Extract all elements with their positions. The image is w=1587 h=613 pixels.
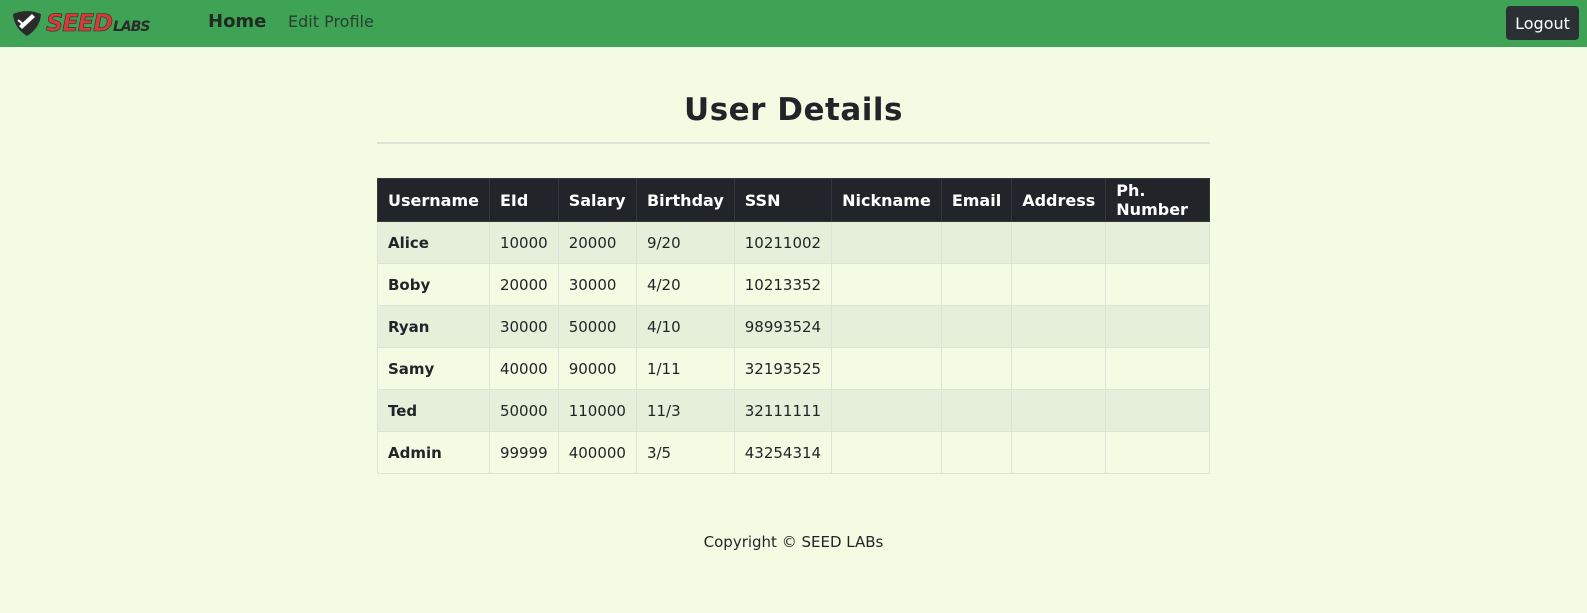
cell-ssn: 43254314 <box>733 431 833 474</box>
column-header-address: Address <box>1011 178 1107 222</box>
cell-birthday: 11/3 <box>635 389 735 432</box>
table-header-row: Username EId Salary Birthday SSN Nicknam… <box>377 178 1210 222</box>
nav-home-link[interactable]: Home <box>208 11 266 33</box>
cell-username: Boby <box>377 263 490 306</box>
cell-birthday: 1/11 <box>635 347 735 390</box>
cell-birthday: 4/20 <box>635 263 735 306</box>
cell-nickname <box>831 263 942 306</box>
table-row: Ryan 30000 50000 4/10 98993524 <box>377 305 1210 348</box>
seed-shield-icon <box>10 8 44 38</box>
column-header-nickname: Nickname <box>831 178 942 222</box>
column-header-phone: Ph. Number <box>1105 178 1210 222</box>
cell-nickname <box>831 305 942 348</box>
cell-address <box>1011 347 1107 390</box>
cell-nickname <box>831 389 942 432</box>
cell-birthday: 4/10 <box>635 305 735 348</box>
cell-ssn: 10211002 <box>733 221 833 264</box>
logo-sub-text: LABS <box>113 19 151 35</box>
cell-ssn: 32193525 <box>733 347 833 390</box>
cell-phone <box>1105 263 1210 306</box>
table-row: Samy 40000 90000 1/11 32193525 <box>377 347 1210 390</box>
cell-username: Ted <box>377 389 490 432</box>
cell-email <box>940 305 1013 348</box>
column-header-email: Email <box>940 178 1013 222</box>
cell-email <box>940 221 1013 264</box>
cell-eid: 40000 <box>488 347 559 390</box>
cell-salary: 90000 <box>557 347 637 390</box>
cell-email <box>940 389 1013 432</box>
cell-username: Admin <box>377 431 490 474</box>
column-header-eid: EId <box>488 178 559 222</box>
logout-button[interactable]: Logout <box>1506 6 1579 40</box>
table-row: Boby 20000 30000 4/20 10213352 <box>377 263 1210 306</box>
cell-email <box>940 431 1013 474</box>
table-row: Alice 10000 20000 9/20 10211002 <box>377 221 1210 264</box>
cell-eid: 50000 <box>488 389 559 432</box>
column-header-username: Username <box>377 178 490 222</box>
cell-ssn: 32111111 <box>733 389 833 432</box>
page-title: User Details <box>684 92 903 128</box>
column-header-salary: Salary <box>557 178 637 222</box>
cell-address <box>1011 221 1107 264</box>
cell-address <box>1011 431 1107 474</box>
cell-email <box>940 347 1013 390</box>
cell-phone <box>1105 305 1210 348</box>
seed-labs-logo[interactable]: SEED LABS <box>10 8 151 38</box>
cell-birthday: 3/5 <box>635 431 735 474</box>
column-header-birthday: Birthday <box>635 178 735 222</box>
cell-address <box>1011 305 1107 348</box>
cell-address <box>1011 389 1107 432</box>
cell-eid: 10000 <box>488 221 559 264</box>
cell-salary: 30000 <box>557 263 637 306</box>
cell-eid: 30000 <box>488 305 559 348</box>
column-header-ssn: SSN <box>733 178 833 222</box>
user-details-table: Username EId Salary Birthday SSN Nicknam… <box>377 178 1210 474</box>
cell-phone <box>1105 431 1210 474</box>
top-navbar: SEED LABS Home Edit Profile Logout <box>0 0 1587 47</box>
cell-address <box>1011 263 1107 306</box>
cell-nickname <box>831 431 942 474</box>
cell-birthday: 9/20 <box>635 221 735 264</box>
table-row: Ted 50000 110000 11/3 32111111 <box>377 389 1210 432</box>
cell-salary: 20000 <box>557 221 637 264</box>
cell-email <box>940 263 1013 306</box>
cell-ssn: 10213352 <box>733 263 833 306</box>
cell-eid: 99999 <box>488 431 559 474</box>
cell-salary: 400000 <box>557 431 637 474</box>
cell-ssn: 98993524 <box>733 305 833 348</box>
logo-main-text: SEED <box>46 9 114 38</box>
cell-username: Ryan <box>377 305 490 348</box>
cell-username: Samy <box>377 347 490 390</box>
copyright-footer: Copyright © SEED LABs <box>703 533 884 551</box>
cell-phone <box>1105 389 1210 432</box>
cell-username: Alice <box>377 221 490 264</box>
nav-edit-profile-link[interactable]: Edit Profile <box>288 11 374 33</box>
cell-nickname <box>831 221 942 264</box>
table-row: Admin 99999 400000 3/5 43254314 <box>377 431 1210 474</box>
cell-phone <box>1105 221 1210 264</box>
cell-salary: 50000 <box>557 305 637 348</box>
cell-salary: 110000 <box>557 389 637 432</box>
cell-nickname <box>831 347 942 390</box>
cell-phone <box>1105 347 1210 390</box>
cell-eid: 20000 <box>488 263 559 306</box>
title-divider <box>377 142 1210 144</box>
